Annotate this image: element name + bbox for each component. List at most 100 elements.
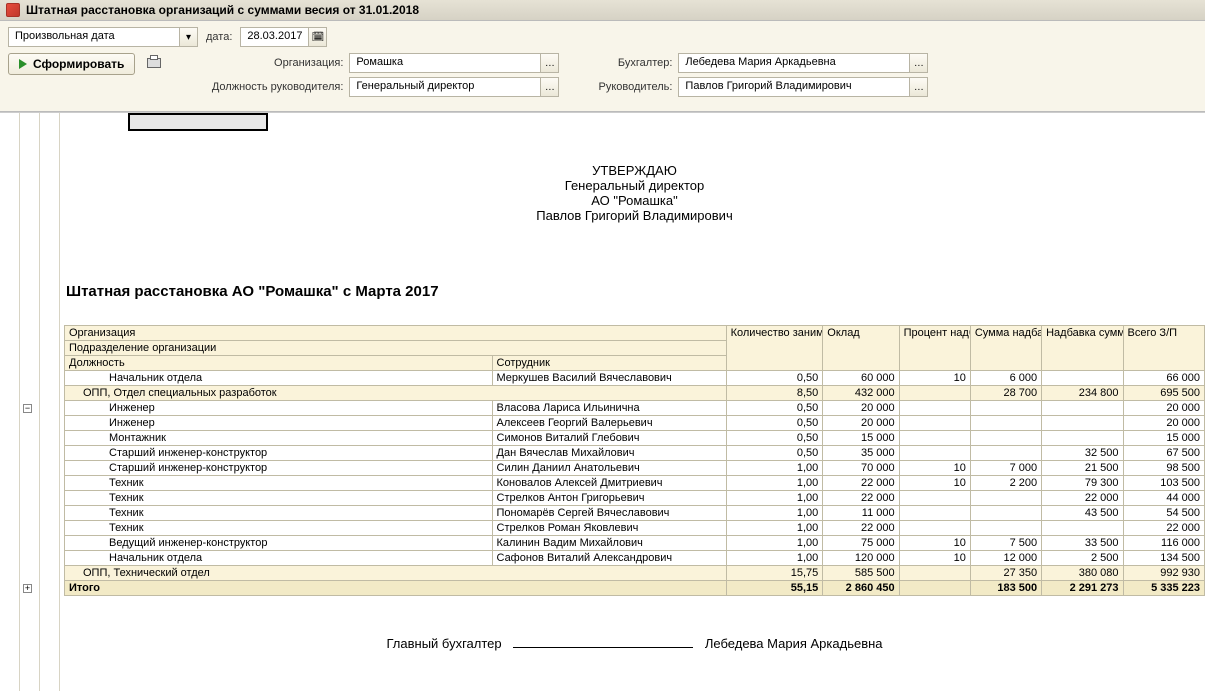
calendar-icon[interactable]: 🗓 [308,28,326,46]
table-row[interactable]: ОПП, Отдел специальных разработок8,50432… [65,386,1205,401]
org-input[interactable]: Ромашка … [349,53,559,73]
selected-cell[interactable] [128,113,268,131]
cell-cnt: 1,00 [726,491,823,506]
cell-pct [899,506,970,521]
app-icon [6,3,20,17]
totals-pct [899,581,970,596]
date-mode-dropdown[interactable]: Произвольная дата ▾ [8,27,198,47]
cell-bsum [970,401,1041,416]
cell-cnt: 1,00 [726,521,823,536]
date-value: 28.03.2017 [241,28,308,46]
table-row[interactable]: ИнженерВласова Лариса Ильинична0,5020 00… [65,401,1205,416]
cell-tot: 134 500 [1123,551,1204,566]
table-row[interactable]: ТехникСтрелков Роман Яковлевич1,0022 000… [65,521,1205,536]
cell-bsum: 7 000 [970,461,1041,476]
cell-position: Техник [65,521,493,536]
cell-bamt [1042,431,1123,446]
generate-button[interactable]: Сформировать [8,53,135,75]
cell-position: Инженер [65,416,493,431]
cell-position: Ведущий инженер-конструктор [65,536,493,551]
accountant-input[interactable]: Лебедева Мария Аркадьевна … [678,53,928,73]
cell-sal: 22 000 [823,521,899,536]
header-total: Всего З/П [1123,326,1204,371]
table-row[interactable]: Старший инженер-конструкторДан Вячеслав … [65,446,1205,461]
table-row[interactable]: ТехникСтрелков Антон Григорьевич1,0022 0… [65,491,1205,506]
table-row[interactable]: ТехникКоновалов Алексей Дмитриевич1,0022… [65,476,1205,491]
cell-pct [899,416,970,431]
ellipsis-icon[interactable]: … [909,78,927,96]
approve-line2: Генеральный директор [64,178,1205,193]
cell-cnt: 0,50 [726,446,823,461]
manager-input[interactable]: Павлов Григорий Владимирович … [678,77,928,97]
cell-pct: 10 [899,551,970,566]
tree-expand-icon[interactable]: + [23,584,32,593]
table-row[interactable]: Начальник отделаМеркушев Василий Вячесла… [65,371,1205,386]
cell-cnt: 1,00 [726,476,823,491]
totals-bsum: 183 500 [970,581,1041,596]
spreadsheet[interactable]: УТВЕРЖДАЮ Генеральный директор АО "Ромаш… [64,113,1205,691]
cell-sal: 11 000 [823,506,899,521]
cell-bamt: 2 500 [1042,551,1123,566]
date-input[interactable]: 28.03.2017 🗓 [240,27,327,47]
ellipsis-icon[interactable]: … [540,78,558,96]
cell-bsum [970,446,1041,461]
ellipsis-icon[interactable]: … [540,54,558,72]
header-count: Количество занимаемых ставок [726,326,823,371]
cell-position: Монтажник [65,431,493,446]
window-title: Штатная расстановка организаций с суммам… [26,3,419,17]
cell-bamt [1042,416,1123,431]
header-bonus-amt: Надбавка суммой [1042,326,1123,371]
approval-block: УТВЕРЖДАЮ Генеральный директор АО "Ромаш… [64,113,1205,243]
cell-bsum [970,431,1041,446]
cell-bamt: 32 500 [1042,446,1123,461]
cell-bamt: 380 080 [1042,566,1123,581]
tree-collapse-icon[interactable]: − [23,404,32,413]
cell-tot: 116 000 [1123,536,1204,551]
totals-total: 5 335 223 [1123,581,1204,596]
totals-count: 55,15 [726,581,823,596]
ellipsis-icon[interactable]: … [909,54,927,72]
header-position: Должность [65,356,493,371]
cell-bsum: 2 200 [970,476,1041,491]
table-row[interactable]: Ведущий инженер-конструкторКалинин Вадим… [65,536,1205,551]
cell-bsum: 12 000 [970,551,1041,566]
cell-tot: 992 930 [1123,566,1204,581]
table-row[interactable]: МонтажникСимонов Виталий Глебович0,5015 … [65,431,1205,446]
header-salary: Оклад [823,326,899,371]
cell-employee: Калинин Вадим Михайлович [492,536,726,551]
cell-bsum [970,521,1041,536]
cell-pct: 10 [899,536,970,551]
cell-tot: 98 500 [1123,461,1204,476]
manager-label: Руководитель: [587,81,672,93]
table-row[interactable]: ИнженерАлексеев Георгий Валерьевич0,5020… [65,416,1205,431]
manager-title-input[interactable]: Генеральный директор … [349,77,559,97]
chevron-down-icon[interactable]: ▾ [179,28,197,46]
cell-cnt: 8,50 [726,386,823,401]
cell-pct [899,431,970,446]
cell-tot: 54 500 [1123,506,1204,521]
print-button[interactable] [143,53,165,73]
cell-bsum: 7 500 [970,536,1041,551]
cell-bamt: 43 500 [1042,506,1123,521]
generate-button-label: Сформировать [33,57,124,71]
table-row[interactable]: ОПП, Технический отдел15,75585 50027 350… [65,566,1205,581]
cell-pct: 10 [899,461,970,476]
cell-tot: 44 000 [1123,491,1204,506]
accountant-label: Бухгалтер: [587,57,672,69]
cell-tot: 15 000 [1123,431,1204,446]
cell-position: Старший инженер-конструктор [65,446,493,461]
cell-pct: 10 [899,476,970,491]
approve-line4: Павлов Григорий Владимирович [64,208,1205,223]
table-row[interactable]: ТехникПономарёв Сергей Вячеславович1,001… [65,506,1205,521]
table-row[interactable]: Старший инженер-конструкторСилин Даниил … [65,461,1205,476]
org-label: Организация: [203,57,343,69]
table-row[interactable]: Начальник отделаСафонов Виталий Александ… [65,551,1205,566]
cell-sal: 60 000 [823,371,899,386]
cell-employee: Власова Лариса Ильинична [492,401,726,416]
header-subdiv: Подразделение организации [65,341,727,356]
cell-position: Начальник отдела [65,371,493,386]
manager-title-value: Генеральный директор [350,78,540,96]
manager-title-label: Должность руководителя: [203,81,343,93]
header-bonus-pct: Процент надбавки [899,326,970,371]
cell-position: ОПП, Технический отдел [65,566,727,581]
